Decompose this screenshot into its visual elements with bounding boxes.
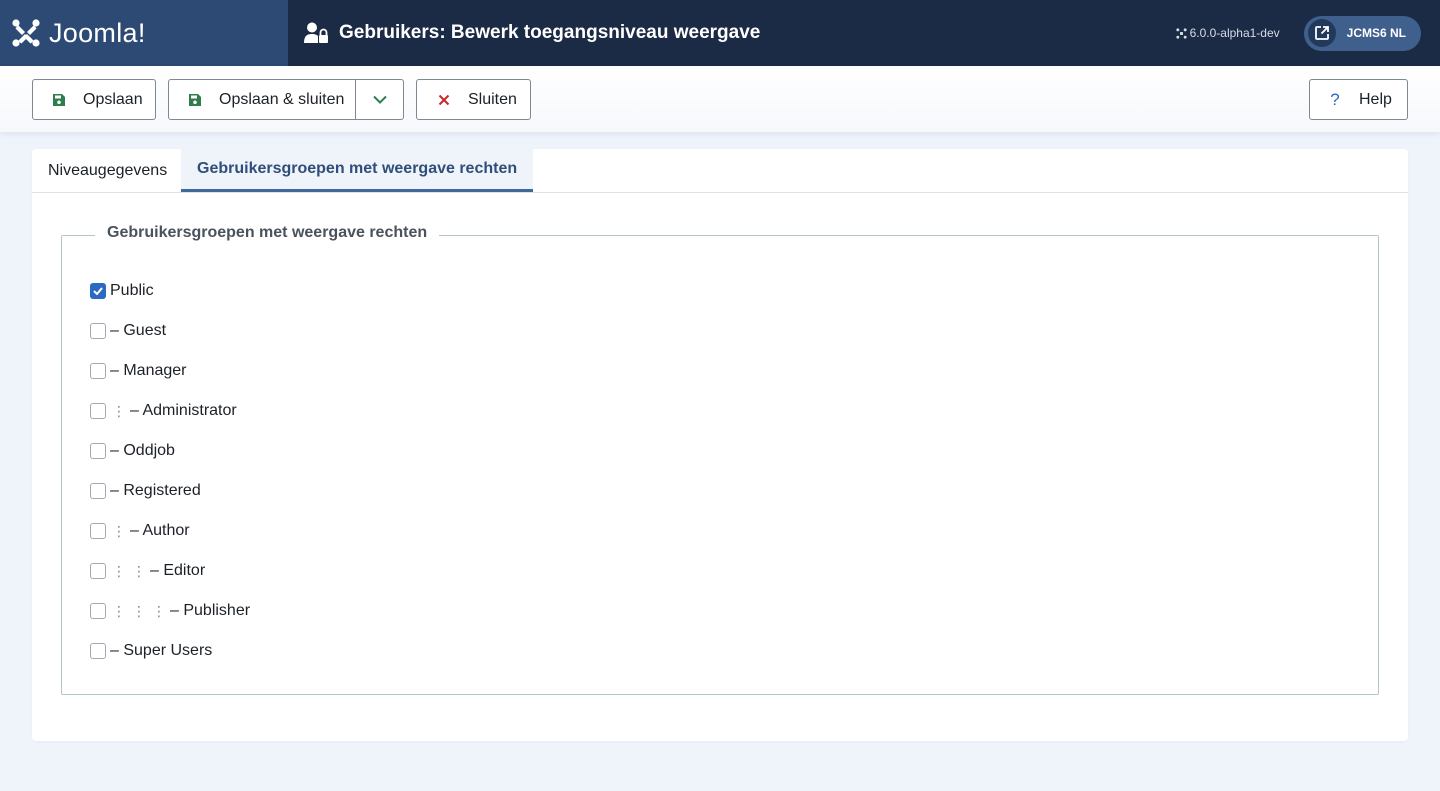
external-link-icon [1307, 19, 1336, 47]
save-close-button[interactable]: Opslaan & sluiten [168, 79, 404, 120]
close-icon [436, 94, 452, 106]
indent-icon: ⋮ [132, 562, 146, 579]
group-row-oddjob[interactable]: – Oddjob [90, 440, 175, 462]
fieldset-legend: Gebruikersgroepen met weergave rechten [95, 224, 440, 242]
help-label: Help [1359, 90, 1392, 108]
checkbox[interactable] [90, 563, 106, 579]
page-title-area: Gebruikers: Bewerk toegangsniveau weerga… [304, 22, 760, 44]
checkbox[interactable] [90, 443, 106, 459]
save-close-label: Opslaan & sluiten [219, 90, 345, 108]
group-row-public[interactable]: Public [90, 280, 154, 302]
group-row-administrator[interactable]: ⋮ – Administrator [90, 400, 237, 422]
page-title: Gebruikers: Bewerk toegangsniveau weerga… [339, 22, 761, 43]
group-label: – Registered [110, 482, 201, 499]
group-label: – Publisher [170, 602, 251, 619]
view-site-button[interactable]: JCMS6 NL [1303, 15, 1421, 51]
tab-bar: Niveaugegevens Gebruikersgroepen met wee… [32, 149, 1408, 193]
group-row-manager[interactable]: – Manager [90, 360, 187, 382]
question-icon: ? [1330, 89, 1340, 109]
tab-user-groups[interactable]: Gebruikersgroepen met weergave rechten [181, 149, 534, 192]
group-row-super-users[interactable]: – Super Users [90, 640, 212, 662]
indent-icon: ⋮ [112, 602, 126, 619]
save-icon [187, 93, 203, 107]
joomla-logo-icon [12, 19, 40, 47]
check-icon [93, 287, 103, 295]
checkbox[interactable] [90, 603, 106, 619]
joomla-small-icon [1175, 27, 1187, 39]
save-icon [51, 93, 67, 107]
group-label: Public [110, 282, 154, 299]
checkbox[interactable] [90, 523, 106, 539]
group-row-publisher[interactable]: ⋮ ⋮ ⋮ – Publisher [90, 600, 250, 622]
checkbox[interactable] [90, 403, 106, 419]
group-label: – Manager [110, 362, 187, 379]
group-row-author[interactable]: ⋮ – Author [90, 520, 190, 542]
version-info: 6.0.0-alpha1-dev [1175, 26, 1280, 40]
indent-icon: ⋮ [132, 602, 146, 619]
indent-icon: ⋮ [112, 522, 126, 539]
site-name: JCMS6 NL [1346, 26, 1406, 40]
group-label: – Editor [150, 562, 206, 579]
help-button[interactable]: ? Help [1309, 79, 1408, 120]
version-text: 6.0.0-alpha1-dev [1189, 26, 1280, 40]
group-label: – Oddjob [110, 442, 175, 459]
indent-icon: ⋮ [152, 602, 166, 619]
group-label: – Guest [110, 322, 167, 339]
checkbox[interactable] [90, 363, 106, 379]
save-options-dropdown[interactable] [356, 80, 404, 119]
checkbox[interactable] [90, 483, 106, 499]
close-label: Sluiten [468, 90, 517, 108]
group-label: – Author [130, 522, 190, 539]
group-label: – Super Users [110, 642, 213, 659]
joomla-logo[interactable]: Joomla! [0, 0, 288, 66]
checkbox[interactable] [90, 323, 106, 339]
close-button[interactable]: Sluiten [416, 79, 531, 120]
toolbar: Opslaan Opslaan & sluiten Sluiten ? Help [0, 66, 1440, 132]
group-row-registered[interactable]: – Registered [90, 480, 201, 502]
indent-icon: ⋮ [112, 562, 126, 579]
group-label: – Administrator [130, 402, 237, 419]
tab-level-details[interactable]: Niveaugegevens [32, 149, 183, 192]
checkbox[interactable] [90, 283, 106, 299]
app-header: Joomla! Gebruikers: Bewerk toegangsnivea… [0, 0, 1440, 66]
save-label: Opslaan [83, 90, 143, 108]
indent-icon: ⋮ [112, 402, 126, 419]
edit-card: Niveaugegevens Gebruikersgroepen met wee… [32, 149, 1408, 741]
user-groups-fieldset: Gebruikersgroepen met weergave rechten P… [61, 224, 1379, 695]
chevron-down-icon [373, 95, 387, 104]
checkbox[interactable] [90, 643, 106, 659]
logo-text: Joomla! [49, 17, 146, 48]
group-row-guest[interactable]: – Guest [90, 320, 166, 342]
save-button[interactable]: Opslaan [32, 79, 156, 120]
user-lock-icon [304, 22, 328, 43]
group-row-editor[interactable]: ⋮ ⋮ – Editor [90, 560, 205, 582]
